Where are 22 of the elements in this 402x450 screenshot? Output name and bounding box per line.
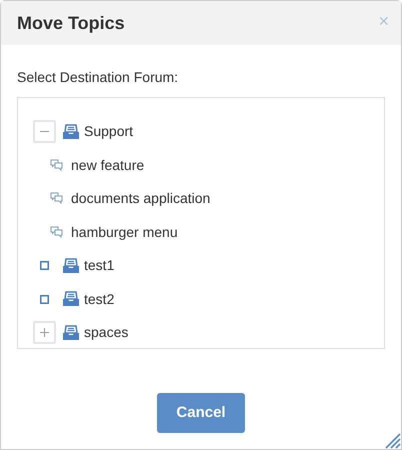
chat-bubbles-icon <box>50 226 63 239</box>
inbox-tray-icon <box>62 291 80 308</box>
chat-bubbles-icon <box>50 192 63 206</box>
resize-handle-icon[interactable] <box>383 431 401 449</box>
expand-toggle[interactable] <box>33 321 56 344</box>
dialog-title: Move Topics <box>17 12 125 35</box>
collapse-toggle[interactable] <box>33 120 56 144</box>
leaf-square-icon <box>40 261 49 270</box>
forum-item[interactable]: Support <box>84 121 134 142</box>
topic-item[interactable]: new feature <box>71 154 144 176</box>
topic-item[interactable]: hamburger menu <box>71 222 178 243</box>
plus-icon <box>40 328 49 338</box>
topic-item[interactable]: documents application <box>71 188 210 210</box>
inbox-tray-icon <box>62 258 80 274</box>
chat-bubbles-icon <box>50 158 63 172</box>
inbox-tray-icon <box>62 124 80 140</box>
forum-item[interactable]: test2 <box>84 288 114 310</box>
inbox-tray-icon <box>62 324 80 341</box>
leaf-square-icon <box>40 294 49 304</box>
forum-item[interactable]: spaces <box>84 322 128 344</box>
forum-item[interactable]: test1 <box>84 255 114 276</box>
field-label: Select Destination Forum: <box>17 68 180 87</box>
